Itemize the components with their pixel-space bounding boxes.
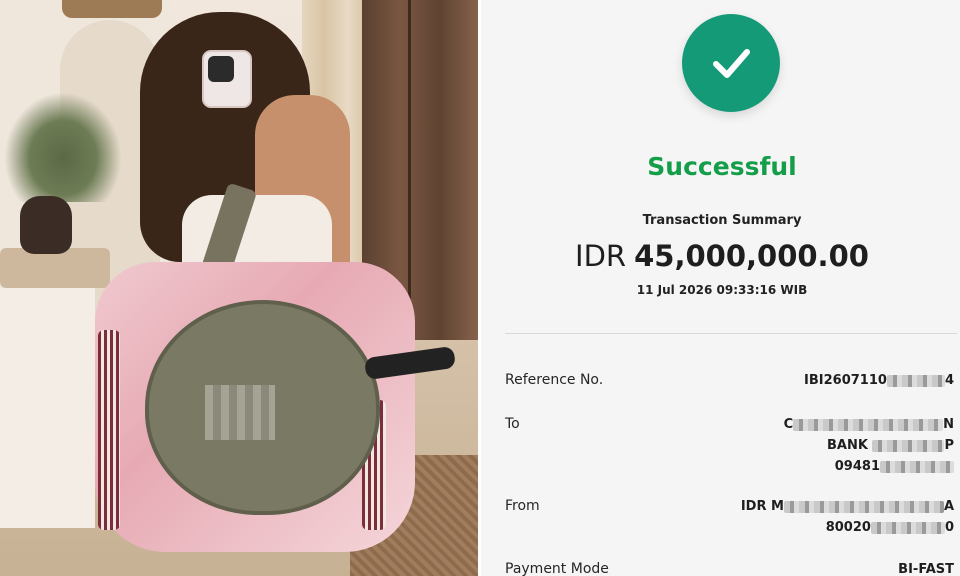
divider — [505, 333, 957, 334]
transaction-datetime: 11 Jul 2026 09:33:16 WIB — [636, 283, 808, 297]
blurred-logo — [205, 385, 275, 440]
amount-value: 45,000,000.00 — [634, 239, 869, 273]
masked-text — [886, 374, 945, 387]
masked-text — [872, 439, 945, 452]
payment-mode-value: BI-FAST — [898, 562, 954, 576]
payment-mode-label: Payment Mode — [505, 561, 609, 576]
counter — [0, 288, 95, 528]
checkmark-icon — [713, 49, 750, 78]
status-text: Successful — [647, 152, 797, 181]
vase — [20, 196, 72, 254]
to-value: CN BANK P 09481 — [783, 417, 954, 474]
reference-value: IBI2607110 4 — [804, 373, 954, 388]
masked-text — [870, 521, 945, 534]
transaction-amount: IDR 45,000,000.00 — [481, 236, 960, 276]
masked-text — [783, 500, 944, 513]
currency-code: IDR — [575, 239, 627, 273]
photo-panel — [0, 0, 478, 576]
to-label: To — [505, 416, 520, 432]
transaction-receipt: Successful Transaction Summary IDR 45,000… — [478, 0, 960, 576]
from-label: From — [505, 498, 540, 514]
summary-title: Transaction Summary — [642, 213, 802, 228]
pendant-lamp — [62, 0, 162, 18]
from-value: IDR MA 80020 0 — [740, 499, 954, 535]
phone-camera — [208, 56, 234, 82]
masked-text — [793, 418, 944, 431]
reference-label: Reference No. — [505, 372, 604, 388]
plant — [4, 92, 122, 202]
masked-text — [880, 460, 954, 473]
checkmark-circle-icon — [682, 14, 780, 112]
